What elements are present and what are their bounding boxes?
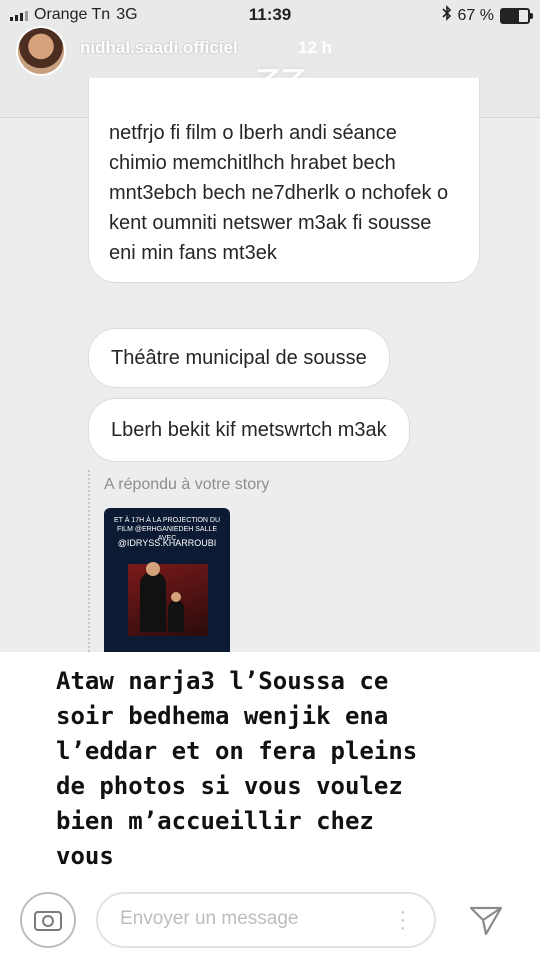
status-bar: Orange Tn 3G 11:39 67 % (0, 0, 540, 32)
message-bubble: Lberh bekit kif metswrtch m3ak (88, 398, 410, 462)
reply-footer: Envoyer un message · · · (0, 880, 540, 960)
message-bubble: Théâtre municipal de sousse (88, 328, 390, 388)
avatar[interactable] (16, 26, 66, 76)
person-figure (168, 592, 184, 632)
more-icon[interactable]: · · · (399, 902, 406, 938)
message-input[interactable]: Envoyer un message · · · (96, 892, 436, 948)
person-figure (140, 562, 166, 632)
reply-label: A répondu à votre story (104, 476, 270, 493)
caption-text: Ataw narja3 l’Soussa ce soir bedhema wen… (56, 667, 418, 870)
battery-icon (500, 7, 533, 24)
reply-indicator-line (88, 470, 90, 660)
send-icon[interactable] (466, 900, 506, 940)
camera-icon[interactable] (20, 892, 76, 948)
username[interactable]: nidhal.saadi.officiel (80, 38, 238, 58)
message-bubble: netfrjo fi film o lberh andi séance chim… (88, 78, 480, 283)
status-right: 67 % (441, 5, 533, 26)
thumbnail-handle: @IDRYSS.KHARROUBI (117, 538, 217, 548)
conversation[interactable]: netfrjo fi film o lberh andi séance chim… (0, 78, 540, 668)
battery-percent: 67 % (457, 6, 494, 24)
time-ago: 12 h (298, 38, 333, 57)
story-thumbnail[interactable]: ET À 17H À LA PROJECTION DU FILM @ERHGAN… (104, 508, 230, 668)
story-caption: Ataw narja3 l’Soussa ce soir bedhema wen… (0, 652, 540, 880)
battery-fill (502, 9, 520, 22)
message-placeholder: Envoyer un message (120, 908, 299, 929)
bluetooth-icon (441, 5, 452, 26)
